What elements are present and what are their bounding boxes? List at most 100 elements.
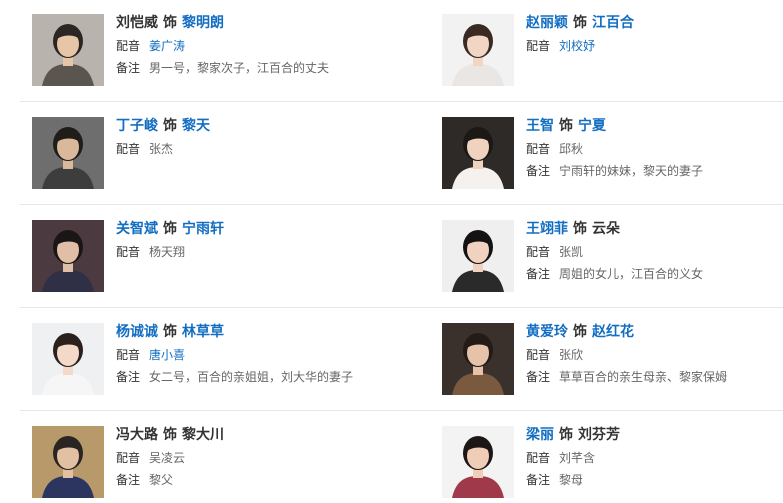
note-line: 备注 宁雨轩的妹妹，黎天的妻子 — [526, 163, 703, 179]
row-divider — [20, 101, 783, 102]
plays-as-label: 饰 — [559, 427, 573, 443]
dubbing-voice-actor[interactable]: 唐小喜 — [149, 348, 185, 362]
actor-name[interactable]: 关智斌 — [116, 221, 158, 237]
cast-title: 梁丽饰刘芬芳 — [526, 426, 620, 444]
actor-name[interactable]: 王翊菲 — [526, 221, 568, 237]
dubbing-label: 配音 — [116, 142, 141, 156]
actor-photo[interactable] — [442, 426, 514, 498]
row-divider — [20, 410, 783, 411]
role-name[interactable]: 江百合 — [592, 15, 634, 31]
cast-title: 刘恺威饰黎明朗 — [116, 14, 329, 32]
actor-name[interactable]: 王智 — [526, 118, 554, 134]
cast-info: 王智饰宁夏配音 邱秋备注 宁雨轩的妹妹，黎天的妻子 — [526, 117, 703, 179]
cast-title: 关智斌饰宁雨轩 — [116, 220, 224, 238]
dubbing-voice-actor: 张欣 — [559, 348, 584, 362]
actor-name: 刘恺威 — [116, 15, 158, 31]
note-line: 备注 女二号，百合的亲姐姐，刘大华的妻子 — [116, 369, 353, 385]
note-text: 男一号，黎家次子，江百合的丈夫 — [149, 61, 330, 75]
dubbing-line: 配音 唐小喜 — [116, 347, 353, 363]
cast-row: 刘恺威饰黎明朗 配音 姜广涛 备注 男一号，黎家次子，江百合的丈夫 赵丽颖饰江百合 配音 刘校… — [20, 0, 783, 103]
cast-info: 冯大路饰黎大川 配音 吴凌云 备注 黎父 — [116, 426, 224, 488]
dubbing-label: 配音 — [116, 245, 141, 259]
dubbing-voice-actor[interactable]: 姜广涛 — [149, 39, 185, 53]
actor-name: 冯大路 — [116, 427, 158, 443]
dubbing-line: 配音 张凯 — [526, 244, 703, 260]
actor-photo[interactable] — [32, 220, 104, 292]
actor-name[interactable]: 丁子峻 — [116, 118, 158, 134]
dubbing-line: 配音 刘校妤 — [526, 38, 634, 54]
role-name[interactable]: 黎天 — [182, 118, 210, 134]
actor-photo[interactable] — [32, 426, 104, 498]
plays-as-label: 饰 — [163, 427, 177, 443]
actor-name[interactable]: 梁丽 — [526, 427, 554, 443]
actor-name[interactable]: 黄爱玲 — [526, 324, 568, 340]
cast-info: 王翊菲饰云朵 配音 张凯 备注 周姐的女儿，江百合的义女 — [526, 220, 703, 282]
dubbing-label: 配音 — [526, 348, 551, 362]
dubbing-voice-actor: 张杰 — [149, 142, 174, 156]
dubbing-voice-actor: 杨天翔 — [149, 245, 186, 259]
note-label: 备注 — [116, 370, 141, 384]
cast-title: 赵丽颖饰江百合 — [526, 14, 634, 32]
cast-title: 冯大路饰黎大川 — [116, 426, 224, 444]
cast-title: 王翊菲饰云朵 — [526, 220, 703, 238]
dubbing-label: 配音 — [526, 451, 551, 465]
dubbing-label: 配音 — [526, 142, 551, 156]
actor-photo[interactable] — [32, 117, 104, 189]
cast-row: 丁子峻饰黎天 配音 张杰 王智饰宁夏 配音 邱秋 备注 宁雨轩的妹妹，黎天的妻子 — [20, 103, 783, 206]
dubbing-line: 配音 刘芊含 — [526, 450, 620, 466]
dubbing-label: 配音 — [116, 348, 141, 362]
dubbing-line: 配音 姜广涛 — [116, 38, 329, 54]
cast-title: 丁子峻饰黎天 — [116, 117, 210, 135]
cast-info: 刘恺威饰黎明朗 配音 姜广涛备注 男一号，黎家次子，江百合的丈夫 — [116, 14, 329, 76]
dubbing-voice-actor: 吴凌云 — [149, 451, 186, 465]
note-line: 备注 黎母 — [526, 472, 620, 488]
role-name[interactable]: 黎明朗 — [182, 15, 224, 31]
note-line: 备注 男一号，黎家次子，江百合的丈夫 — [116, 60, 329, 76]
note-line: 备注 周姐的女儿，江百合的义女 — [526, 266, 703, 282]
role-name[interactable]: 赵红花 — [592, 324, 634, 340]
cast-info: 关智斌饰宁雨轩 配音 杨天翔 — [116, 220, 224, 260]
cast-info: 黄爱玲饰赵红花 配音 张欣 备注 草草百合的亲生母亲、黎家保姆 — [526, 323, 727, 385]
dubbing-line: 配音 张欣 — [526, 347, 727, 363]
note-line: 备注 草草百合的亲生母亲、黎家保姆 — [526, 369, 727, 385]
plays-as-label: 饰 — [163, 118, 177, 134]
cast-title: 王智饰宁夏 — [526, 117, 703, 135]
note-line: 备注 黎父 — [116, 472, 224, 488]
note-text: 周姐的女儿，江百合的义女 — [559, 267, 704, 281]
role-name[interactable]: 林草草 — [182, 324, 224, 340]
plays-as-label: 饰 — [163, 221, 177, 237]
dubbing-line: 配音 杨天翔 — [116, 244, 224, 260]
dubbing-line: 配音 吴凌云 — [116, 450, 224, 466]
role-name[interactable]: 宁雨轩 — [182, 221, 224, 237]
plays-as-label: 饰 — [573, 324, 587, 340]
cast-row: 关智斌饰宁雨轩 配音 杨天翔 王翊菲饰云朵 配音 张凯 备注 周姐的女儿，江百合的义女 — [20, 206, 783, 309]
cast-title: 杨诚诚饰林草草 — [116, 323, 353, 341]
row-divider — [20, 307, 783, 308]
cast-info: 赵丽颖饰江百合 配音 刘校妤 — [526, 14, 634, 54]
role-name: 黎大川 — [182, 427, 224, 443]
actor-photo[interactable] — [32, 14, 104, 86]
plays-as-label: 饰 — [573, 221, 587, 237]
cast-row: 冯大路饰黎大川 配音 吴凌云 备注 黎父 梁丽饰刘芬芳 配音 刘芊含 备注 黎母 — [20, 412, 783, 503]
role-name: 云朵 — [592, 221, 620, 237]
actor-photo[interactable] — [442, 117, 514, 189]
cast-title: 黄爱玲饰赵红花 — [526, 323, 727, 341]
actor-photo[interactable] — [442, 14, 514, 86]
note-label: 备注 — [526, 267, 551, 281]
dubbing-voice-actor[interactable]: 刘校妤 — [559, 39, 595, 53]
note-text: 女二号，百合的亲姐姐，刘大华的妻子 — [149, 370, 354, 384]
actor-photo[interactable] — [32, 323, 104, 395]
actor-name[interactable]: 赵丽颖 — [526, 15, 568, 31]
role-name: 刘芬芳 — [578, 427, 620, 443]
dubbing-voice-actor: 刘芊含 — [559, 451, 596, 465]
note-label: 备注 — [526, 370, 551, 384]
dubbing-label: 配音 — [526, 39, 551, 53]
actor-photo[interactable] — [442, 220, 514, 292]
dubbing-label: 配音 — [116, 451, 141, 465]
role-name[interactable]: 宁夏 — [578, 118, 606, 134]
actor-photo[interactable] — [442, 323, 514, 395]
cast-row: 杨诚诚饰林草草 配音 唐小喜 备注 女二号，百合的亲姐姐，刘大华的妻子 黄爱玲饰赵红花 配音… — [20, 309, 783, 412]
note-text: 黎母 — [559, 473, 584, 487]
actor-name[interactable]: 杨诚诚 — [116, 324, 158, 340]
dubbing-voice-actor: 邱秋 — [559, 142, 584, 156]
